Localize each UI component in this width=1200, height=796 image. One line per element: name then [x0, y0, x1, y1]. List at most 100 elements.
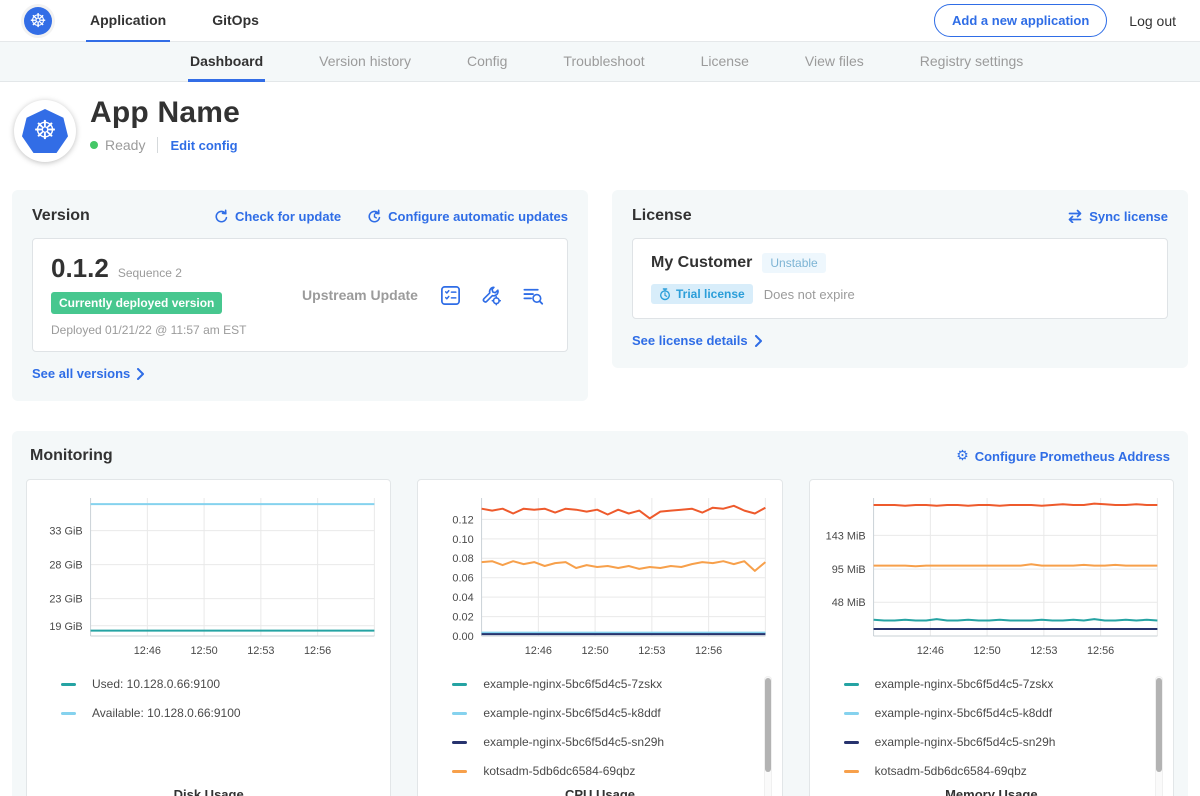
edit-config-link[interactable]: Edit config	[170, 138, 237, 153]
legend-item: Used: 10.128.0.66:9100	[61, 676, 380, 692]
version-number: 0.1.2	[51, 253, 109, 284]
svg-text:12:46: 12:46	[134, 645, 161, 657]
charts-row: 33 GiB28 GiB23 GiB19 GiB12:4612:5012:531…	[26, 479, 1174, 796]
preflight-checklist-icon[interactable]	[439, 284, 462, 307]
legend-series-label: example-nginx-5bc6f5d4c5-sn29h	[483, 735, 664, 749]
subnav-item-license[interactable]: License	[699, 42, 751, 82]
license-expiry-text: Does not expire	[764, 287, 855, 302]
subnav-item-dashboard[interactable]: Dashboard	[188, 42, 265, 82]
svg-text:0.10: 0.10	[453, 534, 474, 546]
sync-license-link[interactable]: Sync license	[1067, 209, 1168, 224]
stopwatch-icon	[659, 288, 671, 301]
chart-plot-memory-usage: 143 MiB95 MiB48 MiB12:4612:5012:5312:56	[820, 490, 1163, 662]
status-dot-icon	[90, 141, 98, 149]
svg-text:12:53: 12:53	[247, 645, 274, 657]
configure-automatic-updates-link[interactable]: Configure automatic updates	[367, 209, 568, 224]
svg-text:19 GiB: 19 GiB	[49, 621, 82, 633]
app-header: ☸ App Name Ready Edit config	[0, 82, 1200, 178]
topnav-tab-application[interactable]: Application	[86, 0, 170, 42]
channel-badge: Unstable	[762, 253, 825, 273]
legend-scrollbar	[1155, 676, 1163, 796]
subnav-item-registry-settings[interactable]: Registry settings	[918, 42, 1025, 82]
kubernetes-app-icon: ☸	[22, 109, 68, 153]
legend-item: example-nginx-5bc6f5d4c5-7zskx	[452, 676, 771, 692]
configure-prometheus-link[interactable]: ⚙ Configure Prometheus Address	[956, 449, 1170, 464]
legend-item: example-nginx-5bc6f5d4c5-k8ddf	[452, 705, 771, 721]
svg-text:0.12: 0.12	[453, 514, 474, 526]
legend-series-label: example-nginx-5bc6f5d4c5-sn29h	[875, 735, 1056, 749]
chart-legend-memory-usage: example-nginx-5bc6f5d4c5-7zskx example-ng…	[844, 676, 1163, 779]
legend-scrollbar-thumb[interactable]	[765, 678, 771, 772]
svg-text:23 GiB: 23 GiB	[49, 594, 82, 606]
app-avatar: ☸	[14, 100, 76, 162]
svg-text:12:53: 12:53	[1030, 645, 1057, 657]
monitoring-section: Monitoring ⚙ Configure Prometheus Addres…	[12, 431, 1188, 796]
legend-series-label: example-nginx-5bc6f5d4c5-k8ddf	[875, 706, 1052, 720]
chart-plot-cpu-usage: 0.120.100.080.060.040.020.0012:4612:5012…	[428, 490, 771, 662]
legend-color-dash	[452, 712, 467, 715]
refresh-icon	[214, 209, 229, 224]
currently-deployed-badge: Currently deployed version	[51, 292, 222, 314]
legend-series-label: Available: 10.128.0.66:9100	[92, 706, 241, 720]
clock-refresh-icon	[367, 209, 382, 224]
legend-item: example-nginx-5bc6f5d4c5-7zskx	[844, 676, 1163, 692]
divider	[157, 137, 158, 153]
svg-text:12:50: 12:50	[190, 645, 217, 657]
chart-title-memory-usage: Memory Usage	[820, 787, 1163, 796]
legend-color-dash	[452, 770, 467, 773]
svg-text:0.06: 0.06	[453, 573, 474, 585]
trial-license-badge: Trial license	[651, 284, 753, 304]
chart-legend-cpu-usage: example-nginx-5bc6f5d4c5-7zskx example-ng…	[452, 676, 771, 779]
legend-item: Available: 10.128.0.66:9100	[61, 705, 380, 721]
legend-item: example-nginx-5bc6f5d4c5-k8ddf	[844, 705, 1163, 721]
svg-text:33 GiB: 33 GiB	[49, 526, 82, 538]
version-sequence: Sequence 2	[118, 266, 182, 280]
legend-color-dash	[452, 741, 467, 744]
subnav-item-version-history[interactable]: Version history	[317, 42, 413, 82]
chart-card-memory-usage: 143 MiB95 MiB48 MiB12:4612:5012:5312:56e…	[809, 479, 1174, 796]
topnav-right: Add a new application Log out	[934, 4, 1176, 37]
view-files-search-icon[interactable]	[521, 284, 545, 307]
check-for-update-link[interactable]: Check for update	[214, 209, 341, 224]
subnav-item-config[interactable]: Config	[465, 42, 509, 82]
svg-text:12:53: 12:53	[639, 645, 666, 657]
license-card-title: License	[632, 207, 692, 225]
legend-series-label: example-nginx-5bc6f5d4c5-7zskx	[483, 677, 662, 691]
legend-series-label: kotsadm-5db6dc6584-69qbz	[483, 764, 635, 778]
page-title: App Name	[90, 96, 240, 130]
svg-text:12:46: 12:46	[525, 645, 552, 657]
legend-color-dash	[844, 712, 859, 715]
svg-text:12:56: 12:56	[304, 645, 331, 657]
legend-item: kotsadm-5db6dc6584-69qbz	[452, 763, 771, 779]
logout-link[interactable]: Log out	[1129, 13, 1176, 29]
customer-name: My Customer	[651, 254, 752, 272]
svg-text:0.00: 0.00	[453, 631, 474, 643]
topnav-tab-gitops[interactable]: GitOps	[208, 0, 263, 42]
svg-text:0.04: 0.04	[453, 592, 474, 604]
gear-icon: ⚙	[956, 449, 969, 463]
legend-scrollbar-thumb[interactable]	[1156, 678, 1162, 772]
version-card: Version Check for update Configure autom…	[12, 190, 588, 401]
svg-text:0.02: 0.02	[453, 612, 474, 624]
chevron-right-icon	[754, 335, 763, 347]
deployed-timestamp: Deployed 01/21/22 @ 11:57 am EST	[51, 323, 281, 337]
see-license-details-link[interactable]: See license details	[632, 333, 763, 348]
legend-color-dash	[61, 712, 76, 715]
legend-scrollbar	[764, 676, 772, 796]
svg-text:143 MiB: 143 MiB	[825, 530, 865, 542]
svg-text:12:56: 12:56	[695, 645, 722, 657]
current-version-card: 0.1.2 Sequence 2 Currently deployed vers…	[32, 238, 568, 352]
kubernetes-logo-icon: ☸	[24, 7, 52, 35]
legend-color-dash	[844, 770, 859, 773]
legend-color-dash	[452, 683, 467, 686]
config-wrench-icon[interactable]	[480, 284, 503, 307]
add-new-application-button[interactable]: Add a new application	[934, 4, 1107, 37]
see-all-versions-link[interactable]: See all versions	[32, 366, 145, 381]
svg-text:12:50: 12:50	[973, 645, 1000, 657]
subnav-item-troubleshoot[interactable]: Troubleshoot	[561, 42, 646, 82]
legend-series-label: kotsadm-5db6dc6584-69qbz	[875, 764, 1027, 778]
legend-item: example-nginx-5bc6f5d4c5-sn29h	[452, 734, 771, 750]
subnav-item-view-files[interactable]: View files	[803, 42, 866, 82]
app-status-text: Ready	[105, 137, 145, 153]
chart-plot-disk-usage: 33 GiB28 GiB23 GiB19 GiB12:4612:5012:531…	[37, 490, 380, 662]
